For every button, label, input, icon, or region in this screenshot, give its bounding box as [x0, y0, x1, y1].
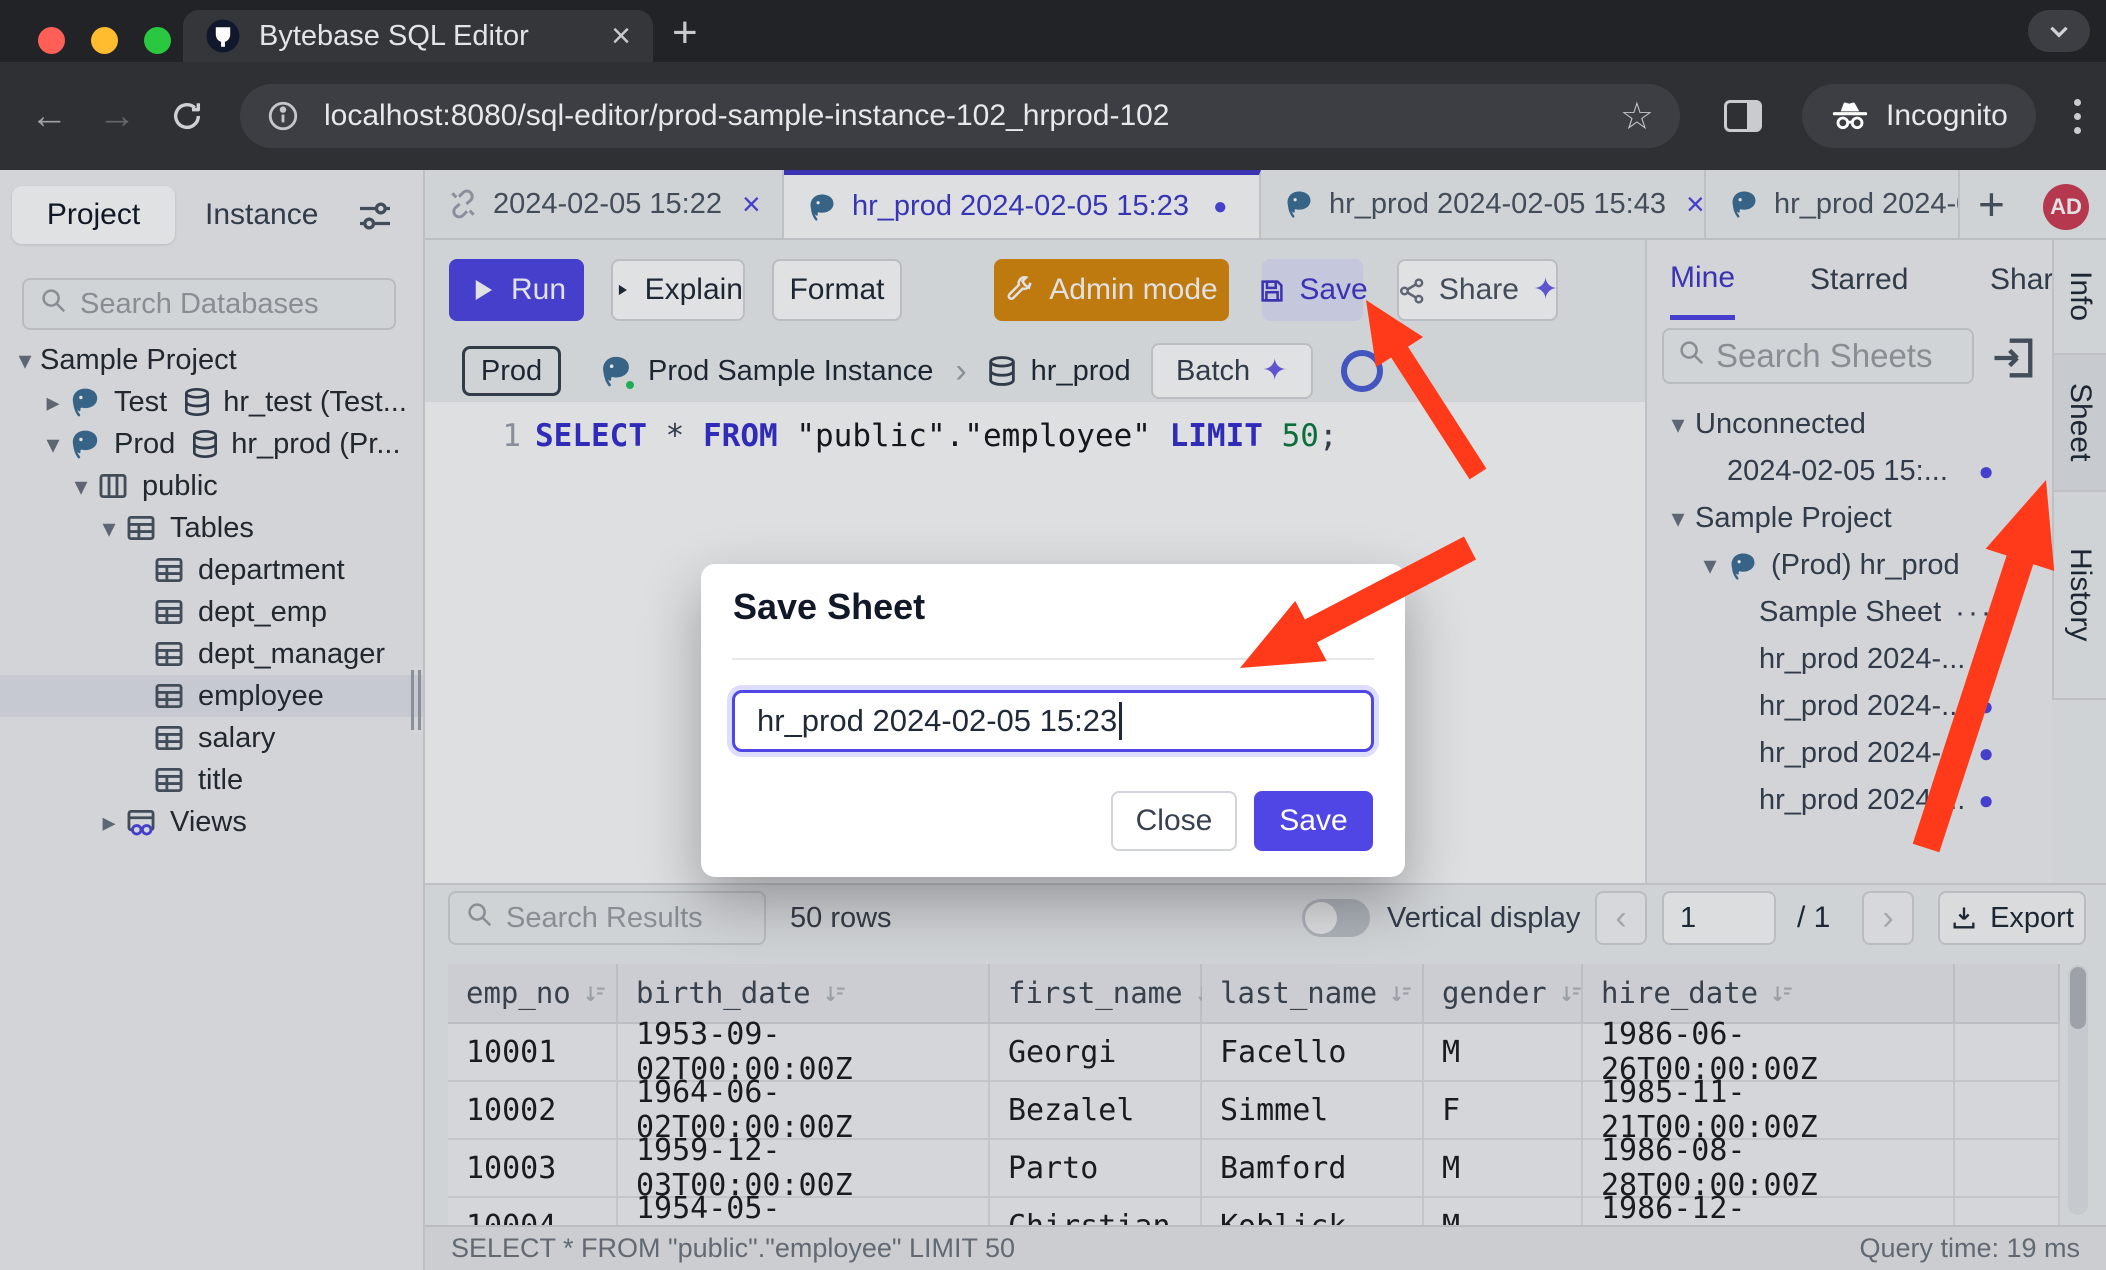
back-icon[interactable]: ← [30, 95, 68, 138]
dialog-title: Save Sheet [733, 586, 925, 628]
text-cursor [1119, 702, 1122, 740]
browser-chrome: Bytebase SQL Editor × + ← → localhost:80… [0, 0, 2106, 170]
bookmark-star-icon[interactable]: ☆ [1620, 94, 1654, 139]
incognito-badge: Incognito [1802, 84, 2036, 148]
new-tab-button[interactable]: + [672, 8, 698, 58]
window-controls[interactable] [38, 27, 171, 54]
dialog-close-button[interactable]: Close [1111, 791, 1237, 851]
dialog-close-icon[interactable]: × [1355, 584, 1377, 627]
browser-menu-icon[interactable] [2074, 99, 2081, 134]
reload-icon[interactable] [170, 99, 204, 133]
window-minimize-button[interactable] [91, 27, 118, 54]
browser-toolbar: ← → localhost:8080/sql-editor/prod-sampl… [0, 62, 2106, 170]
dialog-save-button[interactable]: Save [1254, 791, 1373, 851]
side-panel-icon[interactable] [1724, 100, 1762, 132]
bytebase-favicon-icon [205, 18, 241, 54]
browser-tab[interactable]: Bytebase SQL Editor × [183, 10, 653, 62]
browser-tabstrip: Bytebase SQL Editor × + [0, 0, 2106, 62]
incognito-icon [1830, 100, 1870, 132]
incognito-label: Incognito [1886, 99, 2008, 133]
save-sheet-dialog: Save Sheet × hr_prod 2024-02-05 15:23 Cl… [701, 564, 1405, 877]
close-tab-icon[interactable]: × [611, 19, 631, 53]
window-zoom-button[interactable] [144, 27, 171, 54]
url-bar[interactable]: localhost:8080/sql-editor/prod-sample-in… [240, 84, 1680, 148]
sheet-name-input[interactable]: hr_prod 2024-02-05 15:23 [732, 690, 1374, 752]
dialog-divider [732, 658, 1374, 660]
window-close-button[interactable] [38, 27, 65, 54]
tab-search-chevron-button[interactable] [2028, 10, 2090, 52]
url-text: localhost:8080/sql-editor/prod-sample-in… [324, 99, 1596, 133]
forward-icon[interactable]: → [98, 95, 136, 138]
chevron-down-icon [2046, 18, 2072, 44]
site-info-icon[interactable] [266, 99, 300, 133]
browser-tab-title: Bytebase SQL Editor [259, 20, 593, 53]
